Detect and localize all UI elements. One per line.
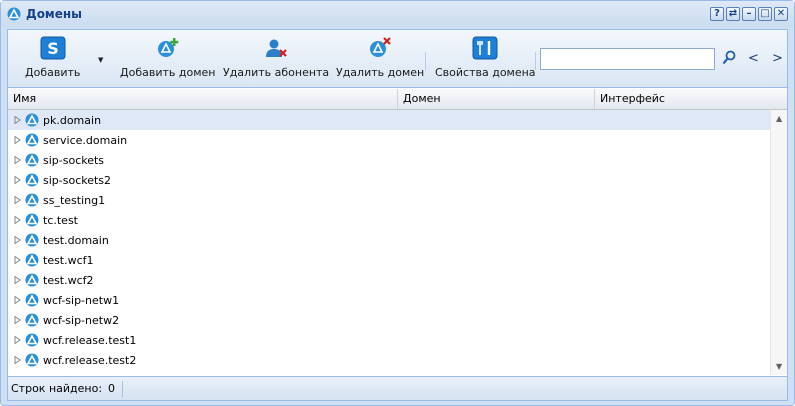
status-separator (122, 380, 124, 397)
domain-name: test.wcf2 (43, 273, 94, 287)
tree-row[interactable]: wcf-sip-netw1 (8, 290, 770, 310)
domain-name: wcf.release.test2 (43, 353, 137, 367)
tree-row[interactable]: service.domain (8, 130, 770, 150)
add-domain-button[interactable]: Добавить домен (120, 36, 215, 79)
toolbar-separator (425, 52, 426, 70)
prev-page-button[interactable]: < (748, 51, 759, 66)
vertical-scrollbar[interactable]: ▲ ▼ (770, 110, 787, 375)
domain-icon (25, 313, 39, 327)
minimize-tool-button[interactable]: – (742, 7, 756, 21)
rows-found-label: Строк найдено: (11, 382, 103, 395)
domain-icon (25, 333, 39, 347)
domain-name: wcf.release.test1 (43, 333, 137, 347)
help-tool-button[interactable]: ? (710, 7, 724, 21)
tree-row[interactable]: wcf.release.test1 (8, 330, 770, 350)
window-tools: ? ⇄ – □ ✕ (710, 7, 788, 21)
add-domain-icon (157, 38, 179, 57)
domain-icon (25, 233, 39, 247)
close-tool-button[interactable]: ✕ (774, 7, 788, 21)
search-input[interactable] (540, 48, 715, 70)
tools-icon (472, 36, 498, 60)
domain-app-icon (7, 7, 21, 21)
next-page-button[interactable]: > (772, 51, 783, 66)
domain-icon (25, 213, 39, 227)
expand-arrow-icon[interactable] (14, 236, 21, 244)
delete-domain-button[interactable]: Удалить домен (336, 36, 424, 79)
tree-row[interactable]: test.domain (8, 230, 770, 250)
tree-row[interactable]: sip-sockets (8, 150, 770, 170)
expand-arrow-icon[interactable] (14, 196, 21, 204)
domain-icon (25, 273, 39, 287)
expand-arrow-icon[interactable] (14, 176, 21, 184)
domain-name: sip-sockets (43, 153, 105, 167)
tree-row[interactable]: sip-sockets2 (8, 170, 770, 190)
scroll-up-arrow-icon[interactable]: ▲ (776, 114, 782, 123)
tree-row[interactable]: test.wcf1 (8, 250, 770, 270)
domain-icon (25, 173, 39, 187)
expand-arrow-icon[interactable] (14, 216, 21, 224)
maximize-tool-button[interactable]: □ (758, 7, 772, 21)
domain-icon (25, 153, 39, 167)
grid-header: Имя Домен Интерфейс (8, 89, 787, 110)
domains-window: Домены ? ⇄ – □ ✕ S Добавить ▼ Добавить д… (0, 0, 795, 406)
column-header-name[interactable]: Имя (8, 89, 398, 109)
domain-icon (25, 133, 39, 147)
domain-properties-button[interactable]: Свойства домена (435, 36, 536, 79)
tree-row[interactable]: pk.domain (8, 110, 770, 130)
expand-arrow-icon[interactable] (14, 256, 21, 264)
domain-icon (25, 193, 39, 207)
refresh-tool-button[interactable]: ⇄ (726, 7, 740, 21)
domain-icon (25, 353, 39, 367)
domain-name: sip-sockets2 (43, 173, 112, 187)
add-dropdown-arrow-icon[interactable]: ▼ (98, 56, 103, 64)
column-header-interface[interactable]: Интерфейс (595, 89, 787, 109)
domain-name: test.domain (43, 233, 109, 247)
column-header-domain[interactable]: Домен (398, 89, 595, 109)
add-button-label: Добавить (25, 66, 81, 79)
add-button[interactable]: S Добавить (25, 36, 80, 79)
rows-found-count: 0 (108, 382, 116, 395)
svg-text:S: S (47, 39, 59, 58)
add-menu-icon: S (40, 36, 66, 60)
delete-domain-label: Удалить домен (336, 66, 425, 79)
window-body: S Добавить ▼ Добавить домен Удалить абон… (7, 29, 788, 401)
add-domain-label: Добавить домен (120, 66, 216, 79)
tree-row[interactable]: wcf-sip-netw2 (8, 310, 770, 330)
tree-row[interactable]: wcf.release.test2 (8, 350, 770, 370)
domain-name: pk.domain (43, 113, 102, 127)
expand-arrow-icon[interactable] (14, 336, 21, 344)
toolbar: S Добавить ▼ Добавить домен Удалить абон… (8, 30, 787, 88)
domain-icon (25, 293, 39, 307)
expand-arrow-icon[interactable] (14, 156, 21, 164)
domain-name: service.domain (43, 133, 128, 147)
expand-arrow-icon[interactable] (14, 136, 21, 144)
domain-name: tc.test (43, 213, 78, 227)
delete-domain-icon (370, 37, 391, 57)
expand-arrow-icon[interactable] (14, 276, 21, 284)
delete-subscriber-label: Удалить абонента (223, 66, 330, 79)
domain-name: wcf-sip-netw1 (43, 293, 120, 307)
status-bar: Строк найдено: 0 (8, 376, 787, 400)
domain-icon (25, 113, 39, 127)
window-titlebar[interactable]: Домены ? ⇄ – □ ✕ (1, 1, 794, 27)
delete-user-icon (266, 39, 287, 57)
expand-arrow-icon[interactable] (14, 316, 21, 324)
window-title: Домены (26, 7, 83, 21)
search-icon[interactable] (722, 50, 736, 66)
domain-icon (25, 253, 39, 267)
scroll-down-arrow-icon[interactable]: ▼ (776, 362, 782, 371)
delete-subscriber-button[interactable]: Удалить абонента (223, 36, 329, 79)
domain-name: test.wcf1 (43, 253, 94, 267)
tree-row[interactable]: ss_testing1 (8, 190, 770, 210)
domain-name: ss_testing1 (43, 193, 106, 207)
expand-arrow-icon[interactable] (14, 296, 21, 304)
expand-arrow-icon[interactable] (14, 356, 21, 364)
domain-name: wcf-sip-netw2 (43, 313, 120, 327)
domain-properties-label: Свойства домена (435, 66, 536, 79)
expand-arrow-icon[interactable] (14, 116, 21, 124)
toolbar-separator (535, 52, 536, 70)
domain-tree-list: pk.domain service.domain sip-sockets sip-so… (8, 110, 770, 375)
tree-row[interactable]: tc.test (8, 210, 770, 230)
tree-row[interactable]: test.wcf2 (8, 270, 770, 290)
